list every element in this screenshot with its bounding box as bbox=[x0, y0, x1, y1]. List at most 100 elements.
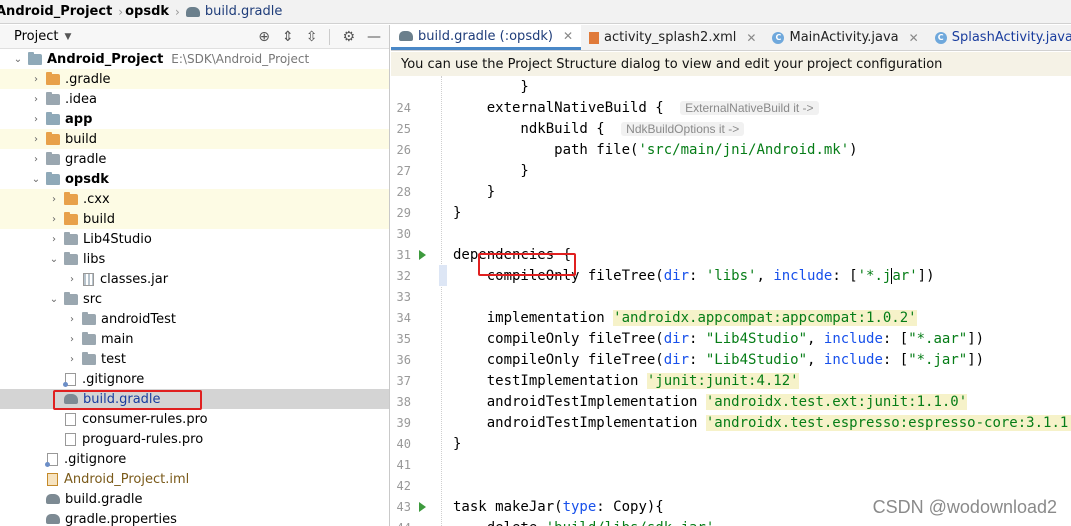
code-line[interactable]: compileOnly fileTree(dir: 'libs', includ… bbox=[453, 265, 935, 286]
code-line[interactable]: externalNativeBuild { ExternalNativeBuil… bbox=[453, 97, 819, 118]
code-token: , bbox=[807, 330, 824, 347]
collapse-arrow-icon[interactable]: › bbox=[48, 194, 60, 205]
tree-item[interactable]: .gitignore bbox=[0, 449, 389, 469]
tree-item[interactable]: Android_Project.iml bbox=[0, 469, 389, 489]
tree-item[interactable]: ⌄ opsdk bbox=[0, 169, 389, 189]
code-token: "*.jar" bbox=[908, 351, 968, 368]
breadcrumb-file[interactable]: build.gradle bbox=[185, 4, 283, 19]
code-line[interactable]: } bbox=[453, 202, 461, 223]
expand-all-icon[interactable]: ⇕ bbox=[282, 29, 294, 45]
line-number: 24 bbox=[391, 97, 439, 118]
tree-item[interactable]: .gitignore bbox=[0, 369, 389, 389]
tree-item[interactable]: build.gradle bbox=[0, 389, 389, 409]
gear-icon[interactable]: ⚙ bbox=[342, 29, 355, 45]
code-token: delete bbox=[453, 520, 546, 526]
code-line[interactable]: dependencies { bbox=[453, 244, 571, 265]
code-line[interactable]: path file('src/main/jni/Android.mk') bbox=[453, 139, 857, 160]
tree-item-label: classes.jar bbox=[100, 271, 169, 287]
tree-item[interactable]: ⌄ libs bbox=[0, 249, 389, 269]
tree-item[interactable]: › test bbox=[0, 349, 389, 369]
editor-tab-bar: build.gradle (:opsdk) ✕ activity_splash2.x… bbox=[391, 25, 1071, 51]
code-token: , bbox=[807, 351, 824, 368]
chevron-down-icon[interactable]: ▼ bbox=[64, 32, 71, 42]
tree-item[interactable]: › gradle bbox=[0, 149, 389, 169]
close-icon[interactable]: ✕ bbox=[746, 31, 756, 45]
tree-item[interactable]: › .gradle bbox=[0, 69, 389, 89]
breadcrumb-project[interactable]: Android_Project bbox=[0, 4, 112, 19]
expand-arrow-icon[interactable]: ⌄ bbox=[48, 254, 60, 265]
tree-item[interactable]: › main bbox=[0, 329, 389, 349]
tree-item[interactable]: › build bbox=[0, 209, 389, 229]
collapse-arrow-icon[interactable]: › bbox=[30, 94, 42, 105]
run-gutter-icon[interactable] bbox=[419, 249, 426, 260]
collapse-arrow-icon[interactable]: › bbox=[66, 334, 78, 345]
code-line[interactable]: testImplementation 'junit:junit:4.12' bbox=[453, 370, 799, 391]
tree-item[interactable]: › .cxx bbox=[0, 189, 389, 209]
code-line[interactable]: } bbox=[453, 160, 528, 181]
java-class-icon: C bbox=[772, 31, 785, 44]
collapse-arrow-icon[interactable]: › bbox=[30, 134, 42, 145]
breadcrumb-file-label: build.gradle bbox=[204, 4, 283, 19]
code-token: path file( bbox=[453, 141, 639, 158]
tree-item-label: consumer-rules.pro bbox=[82, 411, 208, 427]
tree-item[interactable]: › Lib4Studio bbox=[0, 229, 389, 249]
tree-item[interactable]: › classes.jar bbox=[0, 269, 389, 289]
tree-item[interactable]: proguard-rules.pro bbox=[0, 429, 389, 449]
code-line[interactable]: androidTestImplementation 'androidx.test… bbox=[453, 391, 968, 412]
expand-arrow-icon[interactable]: ⌄ bbox=[30, 174, 42, 185]
editor-tab[interactable]: C MainActivity.java ✕ bbox=[764, 25, 926, 50]
collapse-arrow-icon[interactable]: › bbox=[66, 314, 78, 325]
code-line[interactable]: delete 'build/libs/sdk.jar' bbox=[453, 517, 715, 526]
tree-item[interactable]: build.gradle bbox=[0, 489, 389, 509]
project-tool-window: Project ▼ ⊕ ⇕ ⇳ ⚙ — ⌄ Android_Project E:\S… bbox=[0, 25, 390, 526]
project-view-selector[interactable]: Project bbox=[14, 29, 58, 44]
folder-icon bbox=[28, 51, 42, 65]
code-token: 'androidx.appcompat:appcompat:1.0.2' bbox=[613, 309, 917, 326]
locate-icon[interactable]: ⊕ bbox=[258, 29, 270, 45]
close-icon[interactable]: ✕ bbox=[909, 31, 919, 45]
code-editor[interactable]: 24 25 26 27 28 29 30 31 32 33 34 35 36 37 38 39 40 41 42 43… bbox=[391, 76, 1071, 526]
line-number-text: 40 bbox=[396, 436, 411, 451]
code-line[interactable]: } bbox=[453, 433, 461, 454]
code-line[interactable]: compileOnly fileTree(dir: "Lib4Studio", … bbox=[453, 349, 984, 370]
tree-item[interactable]: gradle.properties bbox=[0, 509, 389, 526]
line-number-text: 43 bbox=[396, 499, 411, 514]
tree-item-label: build.gradle bbox=[83, 391, 161, 407]
collapse-arrow-icon[interactable]: › bbox=[30, 154, 42, 165]
line-number: 43 bbox=[391, 496, 439, 517]
tree-item[interactable]: ⌄ src bbox=[0, 289, 389, 309]
collapse-arrow-icon[interactable]: › bbox=[66, 274, 78, 285]
collapse-arrow-icon[interactable]: › bbox=[30, 114, 42, 125]
tree-item[interactable]: › build bbox=[0, 129, 389, 149]
line-number-gutter: 24 25 26 27 28 29 30 31 32 33 34 35 36 37 38 39 40 41 42 43… bbox=[391, 76, 439, 526]
collapse-all-icon[interactable]: ⇳ bbox=[306, 29, 318, 45]
hide-icon[interactable]: — bbox=[367, 29, 381, 45]
tree-item[interactable]: ⌄ Android_Project E:\SDK\Android_Project bbox=[0, 49, 389, 69]
code-line[interactable]: } bbox=[453, 76, 528, 97]
code-token: } bbox=[453, 435, 462, 452]
run-gutter-icon[interactable] bbox=[419, 501, 426, 512]
editor-tab[interactable]: build.gradle (:opsdk) ✕ bbox=[391, 25, 582, 50]
collapse-arrow-icon[interactable]: › bbox=[66, 354, 78, 365]
expand-arrow-icon[interactable]: ⌄ bbox=[48, 294, 60, 305]
folder-icon bbox=[46, 71, 60, 85]
code-line[interactable]: androidTestImplementation 'androidx.test… bbox=[453, 412, 1071, 433]
collapse-arrow-icon[interactable]: › bbox=[30, 74, 42, 85]
tree-item[interactable]: › androidTest bbox=[0, 309, 389, 329]
tree-item[interactable]: › app bbox=[0, 109, 389, 129]
collapse-arrow-icon[interactable]: › bbox=[48, 214, 60, 225]
editor-tab[interactable]: CSplashActivity.java✕ bbox=[927, 25, 1071, 50]
tree-item[interactable]: consumer-rules.pro bbox=[0, 409, 389, 429]
collapse-arrow-icon[interactable]: › bbox=[48, 234, 60, 245]
tree-item[interactable]: › .idea bbox=[0, 89, 389, 109]
close-icon[interactable]: ✕ bbox=[563, 29, 573, 43]
code-line[interactable]: } bbox=[453, 181, 495, 202]
code-line[interactable]: task makeJar(type: Copy){ bbox=[453, 496, 664, 517]
expand-arrow-icon[interactable]: ⌄ bbox=[12, 54, 24, 65]
line-number-text: 42 bbox=[396, 478, 411, 493]
code-line[interactable]: implementation 'androidx.appcompat:appco… bbox=[453, 307, 917, 328]
code-line[interactable]: ndkBuild { NdkBuildOptions it -> bbox=[453, 118, 745, 139]
code-line[interactable]: compileOnly fileTree(dir: "Lib4Studio", … bbox=[453, 328, 984, 349]
editor-tab[interactable]: activity_splash2.xml ✕ bbox=[581, 25, 764, 50]
breadcrumb-module[interactable]: opsdk bbox=[125, 4, 169, 19]
